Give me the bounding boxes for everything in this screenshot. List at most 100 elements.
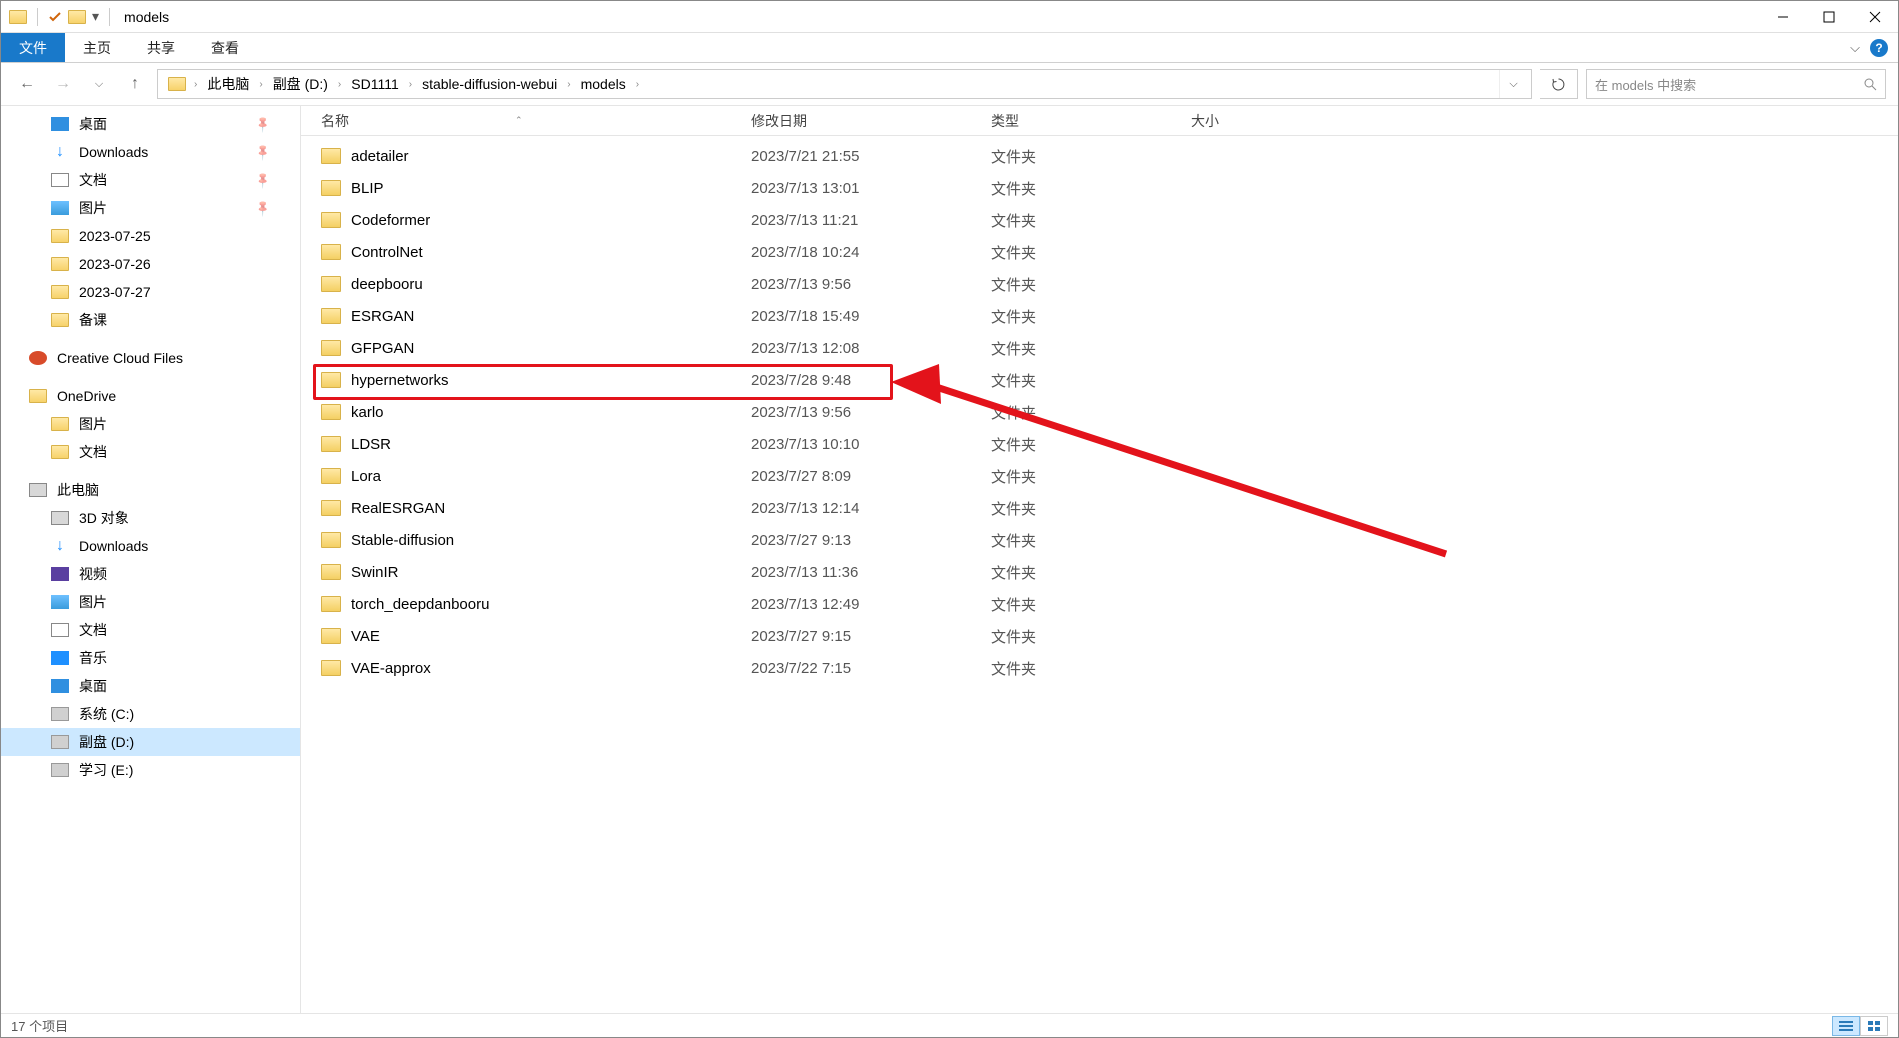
tree-item-label: 图片 (79, 414, 107, 434)
chevron-right-icon[interactable]: › (407, 79, 414, 90)
tree-item[interactable]: 学习 (E:) (1, 756, 300, 784)
download-icon: ↓ (51, 537, 69, 555)
file-type: 文件夹 (991, 498, 1191, 519)
help-icon[interactable]: ? (1870, 39, 1888, 57)
file-name: karlo (351, 404, 384, 421)
tree-item[interactable]: 系统 (C:) (1, 700, 300, 728)
ribbon-collapse-icon[interactable]: ⌵ (1850, 40, 1860, 56)
view-details-button[interactable] (1832, 1016, 1860, 1036)
tree-item[interactable]: 2023-07-27 (1, 278, 300, 306)
tree-item[interactable]: 视频 (1, 560, 300, 588)
tree-item[interactable]: 3D 对象 (1, 504, 300, 532)
tab-share[interactable]: 共享 (129, 33, 193, 62)
file-name: SwinIR (351, 564, 399, 581)
crumb-models[interactable]: models (573, 70, 634, 98)
folder-icon (321, 276, 341, 292)
column-date[interactable]: 修改日期 (751, 111, 991, 131)
file-row[interactable]: Codeformer2023/7/13 11:21文件夹 (301, 204, 1898, 236)
tree-item[interactable]: Creative Cloud Files (1, 344, 300, 372)
tab-home[interactable]: 主页 (65, 33, 129, 62)
file-row[interactable]: deepbooru2023/7/13 9:56文件夹 (301, 268, 1898, 300)
tree-item[interactable]: ↓Downloads (1, 138, 300, 166)
file-row[interactable]: LDSR2023/7/13 10:10文件夹 (301, 428, 1898, 460)
crumb-this-pc[interactable]: 此电脑 (199, 70, 257, 98)
tree-item[interactable]: 文档 (1, 166, 300, 194)
tab-file[interactable]: 文件 (1, 33, 65, 62)
file-row[interactable]: hypernetworks2023/7/28 9:48文件夹 (301, 364, 1898, 396)
maximize-button[interactable] (1806, 1, 1852, 33)
chevron-right-icon[interactable]: › (336, 79, 343, 90)
tab-view[interactable]: 查看 (193, 33, 257, 62)
file-rows: adetailer2023/7/21 21:55文件夹BLIP2023/7/13… (301, 136, 1898, 1013)
tree-item[interactable]: 图片 (1, 588, 300, 616)
tree-item[interactable]: 此电脑 (1, 476, 300, 504)
tree-item[interactable]: ↓Downloads (1, 532, 300, 560)
chevron-right-icon[interactable]: › (565, 79, 572, 90)
nav-recent-button[interactable]: ⌵ (85, 78, 113, 91)
file-date: 2023/7/18 10:24 (751, 244, 991, 261)
file-list-area: 名称⌃ 修改日期 类型 大小 adetailer2023/7/21 21:55文… (301, 106, 1898, 1013)
tree-item[interactable]: 文档 (1, 616, 300, 644)
desktop-icon (51, 117, 69, 131)
file-row[interactable]: karlo2023/7/13 9:56文件夹 (301, 396, 1898, 428)
address-dropdown-button[interactable]: ⌵ (1499, 70, 1527, 98)
file-row[interactable]: Lora2023/7/27 8:09文件夹 (301, 460, 1898, 492)
file-row[interactable]: VAE2023/7/27 9:15文件夹 (301, 620, 1898, 652)
qat-overflow-icon[interactable]: ▾ (92, 8, 99, 25)
nav-tree[interactable]: 桌面↓Downloads文档图片2023-07-252023-07-262023… (1, 106, 301, 1013)
folder-icon (321, 532, 341, 548)
tree-item[interactable]: 音乐 (1, 644, 300, 672)
file-row[interactable]: RealESRGAN2023/7/13 12:14文件夹 (301, 492, 1898, 524)
folder-icon (51, 445, 69, 459)
nav-forward-button[interactable]: → (49, 75, 77, 93)
tree-item[interactable]: 图片 (1, 194, 300, 222)
tree-item[interactable]: 文档 (1, 438, 300, 466)
tree-item[interactable]: 2023-07-25 (1, 222, 300, 250)
nav-up-button[interactable]: ↑ (121, 75, 149, 93)
file-row[interactable]: BLIP2023/7/13 13:01文件夹 (301, 172, 1898, 204)
tree-item[interactable]: 副盘 (D:) (1, 728, 300, 756)
crumb-webui[interactable]: stable-diffusion-webui (414, 70, 565, 98)
file-type: 文件夹 (991, 658, 1191, 679)
tree-item[interactable]: 2023-07-26 (1, 250, 300, 278)
file-row[interactable]: torch_deepdanbooru2023/7/13 12:49文件夹 (301, 588, 1898, 620)
tree-item[interactable]: OneDrive (1, 382, 300, 410)
desktop-icon (51, 679, 69, 693)
tree-item-label: 2023-07-27 (79, 284, 151, 300)
refresh-button[interactable] (1540, 69, 1578, 99)
app-icon (9, 10, 27, 24)
qat-checkmark-icon[interactable] (48, 10, 62, 24)
chevron-right-icon[interactable]: › (192, 79, 199, 90)
nav-back-button[interactable]: ← (13, 75, 41, 93)
tree-item[interactable]: 桌面 (1, 672, 300, 700)
file-row[interactable]: VAE-approx2023/7/22 7:15文件夹 (301, 652, 1898, 684)
onedrive-icon (29, 389, 47, 403)
creative-cloud-icon (29, 351, 47, 365)
column-name[interactable]: 名称⌃ (321, 111, 751, 131)
search-placeholder: 在 models 中搜索 (1595, 75, 1696, 94)
view-icons-button[interactable] (1860, 1016, 1888, 1036)
chevron-right-icon[interactable]: › (257, 79, 264, 90)
qat-folder-icon[interactable] (68, 10, 86, 24)
column-type[interactable]: 类型 (991, 111, 1191, 131)
file-name: ESRGAN (351, 308, 414, 325)
crumb-d-drive[interactable]: 副盘 (D:) (265, 70, 336, 98)
address-bar[interactable]: › 此电脑 › 副盘 (D:) › SD1111 › stable-diffus… (157, 69, 1532, 99)
tree-item[interactable]: 图片 (1, 410, 300, 438)
chevron-right-icon[interactable]: › (634, 79, 641, 90)
tree-item[interactable]: 桌面 (1, 110, 300, 138)
file-row[interactable]: ESRGAN2023/7/18 15:49文件夹 (301, 300, 1898, 332)
tree-item[interactable]: 备课 (1, 306, 300, 334)
file-name: deepbooru (351, 276, 423, 293)
file-row[interactable]: SwinIR2023/7/13 11:36文件夹 (301, 556, 1898, 588)
file-row[interactable]: Stable-diffusion2023/7/27 9:13文件夹 (301, 524, 1898, 556)
search-input[interactable]: 在 models 中搜索 (1586, 69, 1886, 99)
crumb-sd1111[interactable]: SD1111 (343, 70, 406, 98)
file-date: 2023/7/18 15:49 (751, 308, 991, 325)
close-button[interactable] (1852, 1, 1898, 33)
file-row[interactable]: adetailer2023/7/21 21:55文件夹 (301, 140, 1898, 172)
column-size[interactable]: 大小 (1191, 111, 1351, 131)
file-row[interactable]: ControlNet2023/7/18 10:24文件夹 (301, 236, 1898, 268)
file-row[interactable]: GFPGAN2023/7/13 12:08文件夹 (301, 332, 1898, 364)
minimize-button[interactable] (1760, 1, 1806, 33)
